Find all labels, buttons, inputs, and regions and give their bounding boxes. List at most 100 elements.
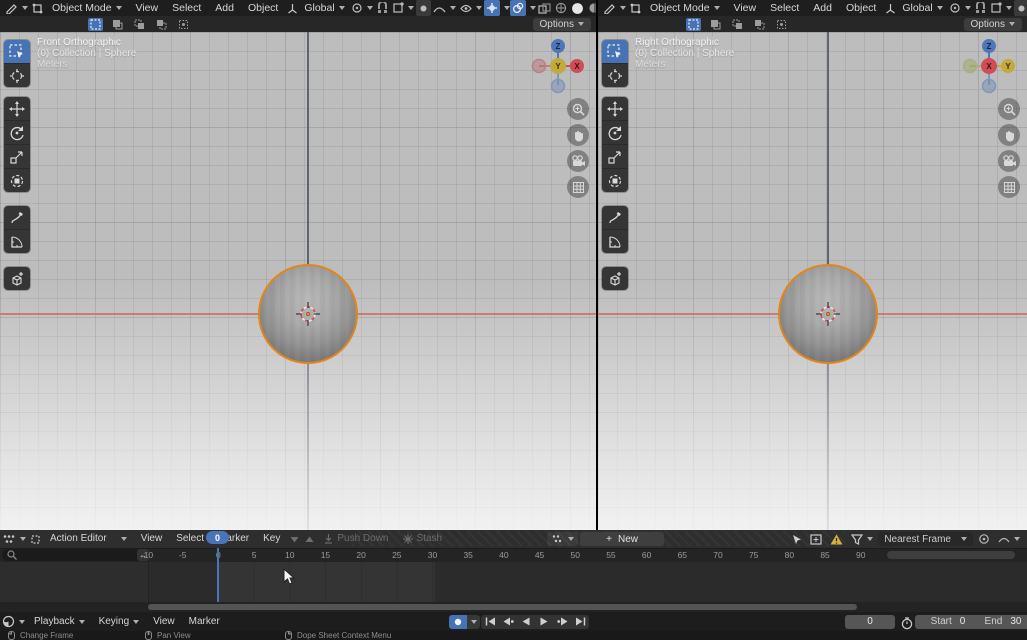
select-mode-subtract[interactable] bbox=[730, 18, 745, 31]
playbar-menu-marker[interactable]: Marker bbox=[182, 614, 227, 630]
tool-annotate[interactable] bbox=[602, 206, 628, 229]
perspective-toggle-icon[interactable] bbox=[998, 176, 1020, 198]
proportional-falloff-icon[interactable] bbox=[431, 0, 458, 16]
dope-sheet-editor-icon[interactable] bbox=[0, 531, 28, 547]
playbar-menu-view[interactable]: View bbox=[146, 614, 182, 630]
orientation-dropdown[interactable]: Global bbox=[898, 0, 946, 16]
tool-add-cube[interactable] bbox=[602, 267, 628, 290]
select-mode-invert[interactable] bbox=[752, 18, 767, 31]
jump-to-start-button[interactable] bbox=[481, 615, 499, 629]
auto-keying-dropdown[interactable] bbox=[467, 615, 480, 629]
menu-add[interactable]: Add bbox=[806, 0, 839, 16]
menu-select[interactable]: Select bbox=[763, 0, 806, 16]
perspective-toggle-icon[interactable] bbox=[567, 176, 589, 198]
select-mode-invert[interactable] bbox=[154, 18, 169, 31]
current-frame-field[interactable]: 0 bbox=[845, 615, 895, 629]
camera-view-icon[interactable] bbox=[567, 150, 589, 172]
show-selected-only-icon[interactable] bbox=[807, 530, 825, 548]
menu-view[interactable]: View bbox=[727, 0, 764, 16]
tool-scale[interactable] bbox=[4, 144, 30, 168]
tool-move[interactable] bbox=[4, 97, 30, 120]
use-preview-range-icon[interactable] bbox=[899, 615, 915, 631]
camera-view-icon[interactable] bbox=[998, 150, 1020, 172]
new-action-button[interactable]: +New bbox=[580, 532, 664, 546]
playhead-line[interactable] bbox=[217, 548, 219, 602]
pivot-point-icon[interactable] bbox=[947, 0, 973, 16]
next-keyframe-button[interactable] bbox=[553, 615, 571, 629]
snap-target-icon[interactable] bbox=[390, 0, 416, 16]
snap-mode-dropdown[interactable]: Nearest Frame bbox=[878, 532, 973, 546]
select-mode-extend[interactable] bbox=[708, 18, 723, 31]
proportional-edit-pointer-icon[interactable] bbox=[789, 530, 805, 548]
tool-rotate[interactable] bbox=[602, 120, 628, 144]
select-mode-intersect[interactable] bbox=[176, 18, 191, 31]
jump-to-end-button[interactable] bbox=[571, 615, 589, 629]
tool-select-box[interactable] bbox=[4, 40, 30, 63]
select-mode-subtract[interactable] bbox=[132, 18, 147, 31]
filter-icon[interactable] bbox=[848, 530, 876, 548]
zoom-icon[interactable] bbox=[998, 98, 1020, 120]
move-channel-down-button[interactable] bbox=[287, 530, 302, 548]
ruler-scrollbar-segment[interactable] bbox=[887, 551, 1015, 559]
tool-transform[interactable] bbox=[602, 168, 628, 192]
dope-sheet-keyframe-area[interactable] bbox=[0, 562, 1027, 602]
menu-select[interactable]: Select bbox=[165, 0, 208, 16]
viewport-canvas-front[interactable]: Front Orthographic (0) Collection | Sphe… bbox=[0, 32, 596, 530]
options-dropdown[interactable]: Options bbox=[964, 18, 1022, 31]
shading-material-icon[interactable] bbox=[586, 0, 596, 16]
tool-cursor[interactable] bbox=[602, 63, 628, 87]
proportional-editing-icon[interactable] bbox=[416, 0, 431, 16]
snap-magnet-icon[interactable] bbox=[973, 0, 988, 16]
shading-solid-icon[interactable] bbox=[569, 0, 586, 16]
pan-hand-icon[interactable] bbox=[567, 124, 589, 146]
navigation-gizmo[interactable]: Z Y X bbox=[960, 37, 1018, 95]
dope-menu-key[interactable]: Key bbox=[256, 530, 287, 548]
shading-wireframe-icon[interactable] bbox=[553, 0, 569, 16]
tool-measure[interactable] bbox=[4, 229, 30, 253]
select-mode-intersect[interactable] bbox=[774, 18, 789, 31]
select-mode-set[interactable] bbox=[686, 18, 701, 31]
xray-toggle[interactable] bbox=[536, 0, 553, 16]
timeline-editor-icon[interactable] bbox=[0, 614, 27, 630]
viewport-canvas-right[interactable]: Right Orthographic (0) Collection | Sphe… bbox=[598, 32, 1027, 530]
menu-object[interactable]: Object bbox=[839, 0, 883, 16]
playback-menu[interactable]: Playback bbox=[27, 614, 92, 630]
keying-menu[interactable]: Keying bbox=[92, 614, 147, 630]
channel-search-box[interactable] bbox=[2, 549, 144, 561]
timeline-ruler[interactable]: ↔ -10-5051015202530354045505560657075808… bbox=[0, 548, 1027, 562]
orientation-dropdown[interactable]: Global bbox=[300, 0, 348, 16]
zoom-icon[interactable] bbox=[567, 98, 589, 120]
end-frame-field[interactable]: End30 bbox=[972, 615, 1027, 629]
show-errors-icon[interactable] bbox=[827, 530, 846, 548]
editor-mode-dropdown[interactable]: Action Editor bbox=[43, 530, 134, 548]
channel-list-region[interactable] bbox=[0, 562, 149, 602]
snap-target-icon[interactable] bbox=[988, 0, 1014, 16]
auto-keying-toggle[interactable] bbox=[449, 615, 467, 629]
dope-menu-view[interactable]: View bbox=[134, 530, 170, 548]
options-dropdown[interactable]: Options bbox=[533, 18, 591, 31]
menu-add[interactable]: Add bbox=[208, 0, 241, 16]
mode-dropdown[interactable]: Object Mode bbox=[45, 0, 129, 16]
tool-rotate[interactable] bbox=[4, 120, 30, 144]
pivot-point-icon[interactable] bbox=[349, 0, 375, 16]
play-button[interactable] bbox=[535, 615, 553, 629]
move-channel-up-button[interactable] bbox=[302, 530, 317, 548]
object-type-visibility-icon[interactable] bbox=[458, 0, 484, 16]
menu-object[interactable]: Object bbox=[241, 0, 285, 16]
proportional-falloff-icon[interactable] bbox=[995, 530, 1023, 548]
play-reverse-button[interactable] bbox=[517, 615, 535, 629]
hscroll-thumb[interactable] bbox=[148, 604, 857, 610]
pan-hand-icon[interactable] bbox=[998, 124, 1020, 146]
tool-transform[interactable] bbox=[4, 168, 30, 192]
tool-annotate[interactable] bbox=[4, 206, 30, 229]
tool-select-box[interactable] bbox=[602, 40, 628, 63]
editor-type-icon[interactable] bbox=[3, 0, 30, 16]
tool-measure[interactable] bbox=[602, 229, 628, 253]
snap-center-icon[interactable] bbox=[975, 530, 993, 548]
tool-cursor[interactable] bbox=[4, 63, 30, 87]
editor-type-icon[interactable] bbox=[601, 0, 628, 16]
mode-dropdown[interactable]: Object Mode bbox=[643, 0, 727, 16]
prev-keyframe-button[interactable] bbox=[499, 615, 517, 629]
menu-view[interactable]: View bbox=[129, 0, 166, 16]
proportional-editing-icon[interactable] bbox=[1014, 0, 1027, 16]
